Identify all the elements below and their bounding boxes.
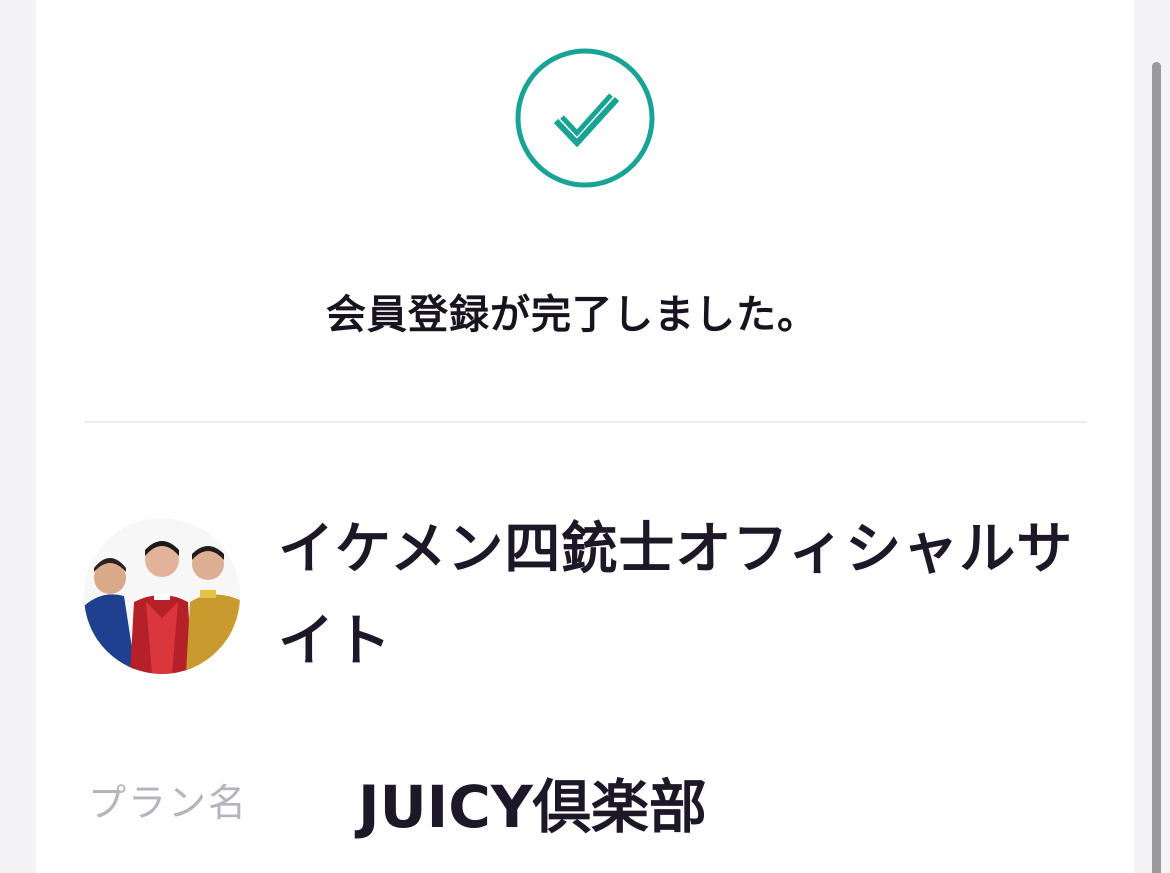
- plan-name-value: JUICY倶楽部: [358, 773, 707, 841]
- section-divider: [84, 421, 1086, 423]
- group-photo-avatar: [84, 518, 240, 674]
- vertical-scrollbar[interactable]: [1152, 62, 1161, 873]
- completion-message: 会員登録が完了しました。: [326, 292, 818, 338]
- plan-name-label: プラン名: [88, 781, 249, 825]
- registration-complete-page: 会員登録が完了しました。 イケメン四銃士オフィシャルサイト プラン名 JUICY…: [0, 0, 1170, 873]
- site-name: イケメン四銃士オフィシャルサイト: [278, 517, 1074, 674]
- checkmark-circle-icon: [514, 47, 656, 189]
